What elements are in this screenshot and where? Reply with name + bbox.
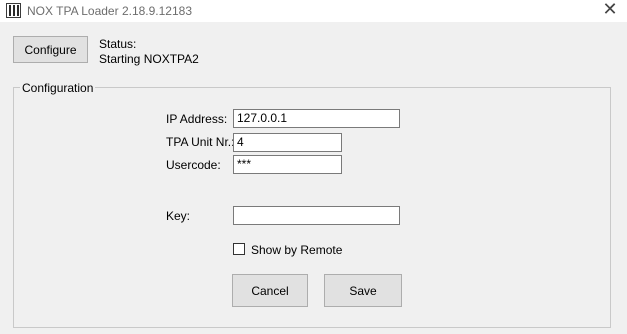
status-value: Starting NOXTPA2: [99, 52, 199, 66]
tpa-unit-input[interactable]: 4: [233, 133, 342, 152]
window-title: NOX TPA Loader 2.18.9.12183: [27, 4, 193, 18]
app-icon: [6, 3, 21, 18]
title-bar: NOX TPA Loader 2.18.9.12183 ✕: [0, 0, 627, 22]
status-label: Status:: [99, 37, 137, 51]
close-icon[interactable]: ✕: [593, 0, 627, 22]
key-label: Key:: [166, 209, 191, 223]
usercode-input[interactable]: ***: [233, 155, 342, 174]
show-by-remote-checkbox[interactable]: [233, 243, 245, 255]
configure-button[interactable]: Configure: [13, 36, 88, 63]
ip-address-label: IP Address:: [166, 112, 228, 126]
configuration-group-title: Configuration: [20, 81, 96, 95]
ip-address-input[interactable]: 127.0.0.1: [233, 109, 400, 128]
save-button[interactable]: Save: [324, 274, 402, 307]
tpa-unit-label: TPA Unit Nr.:: [166, 135, 235, 149]
key-input[interactable]: [233, 206, 400, 225]
cancel-button[interactable]: Cancel: [232, 274, 308, 307]
show-by-remote-label[interactable]: Show by Remote: [251, 243, 342, 257]
usercode-label: Usercode:: [166, 158, 221, 172]
